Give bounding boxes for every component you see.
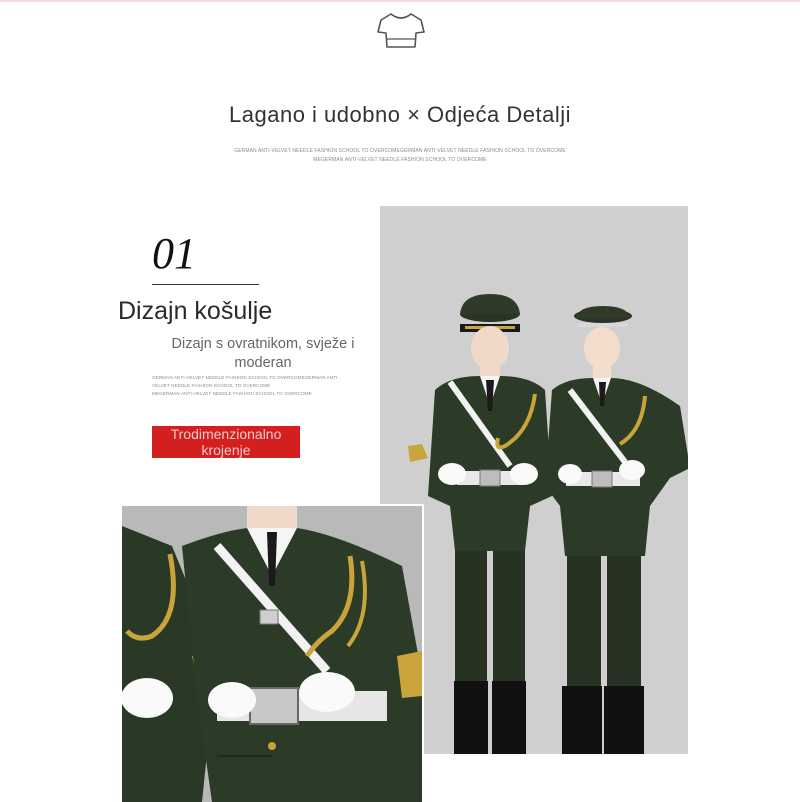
section-number-underline <box>152 284 259 285</box>
section-title: Dizajn košulje <box>118 297 273 325</box>
page-headline: Lagano i udobno × Odjeća Detalji <box>229 102 571 127</box>
header-subline: MEGERMAN ANTI-VELVET NEEDLE FASHION SCHO… <box>313 157 487 163</box>
section-description: Dizajn s ovratnikom, svježe i moderan <box>171 336 355 371</box>
uniform-detail-photo <box>122 504 424 802</box>
section-fineprint: MEGERMAN ANTI-VELVET NEEDLE FASHION SCHO… <box>152 391 312 396</box>
top-divider <box>0 0 800 2</box>
section-fineprint: GERMAN ANTI-VELVET NEEDLE FASHION SCHOOL… <box>152 375 340 380</box>
uniform-photo-full <box>380 206 688 754</box>
header-subline: GERMAN ANTI-VELVET NEEDLE FASHION SCHOOL… <box>234 148 566 154</box>
section-fineprint: VELVET NEEDLE FASHION SCHOOL TO OVERCOME <box>152 383 271 388</box>
section-number: 01 <box>152 229 196 278</box>
feature-badge: Trodimenzionalno krojenje <box>152 426 300 458</box>
shirt-icon <box>377 13 425 48</box>
